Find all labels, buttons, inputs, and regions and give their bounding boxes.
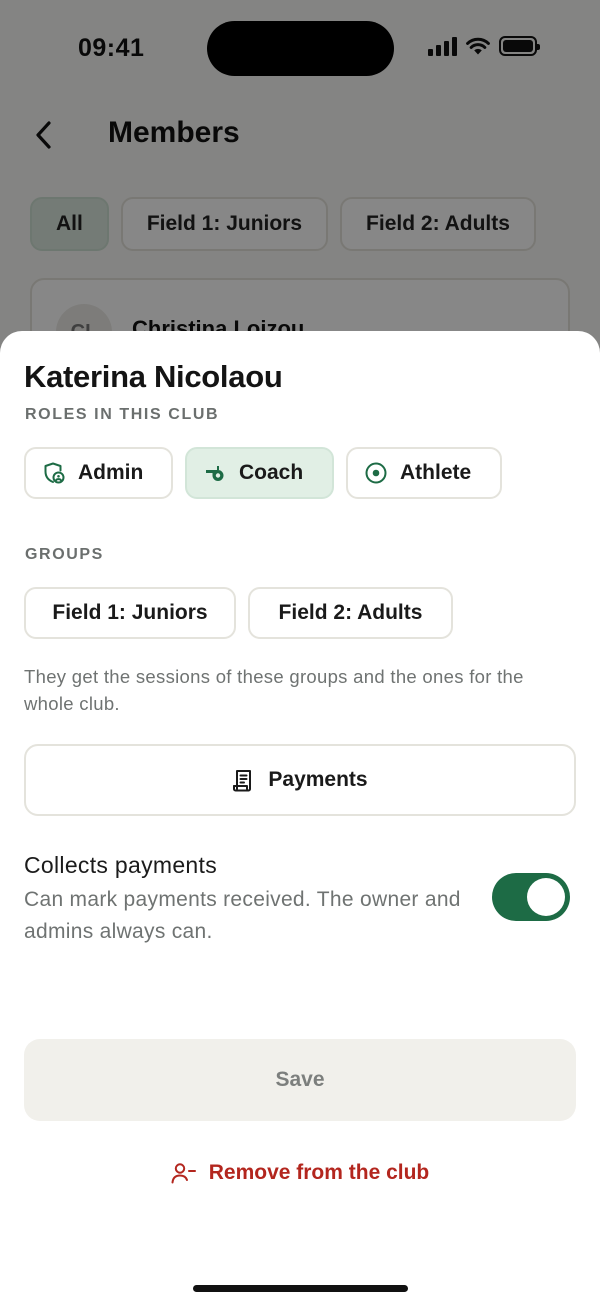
role-admin-label: Admin [78,461,144,484]
role-admin-button[interactable]: Admin [24,447,173,499]
roles-section-label: ROLES IN THIS CLUB [25,406,220,423]
groups-help-text: They get the sessions of these groups an… [24,666,524,714]
receipt-icon [232,768,254,792]
role-coach-label: Coach [239,461,304,484]
member-full-name: Katerina Nicolaou [24,359,283,394]
role-options: Admin Coach Athlete [24,447,502,499]
remove-from-club-button[interactable]: Remove from the club [0,1153,600,1193]
remove-from-club-label: Remove from the club [208,1161,430,1184]
home-indicator [193,1285,408,1292]
role-athlete-label: Athlete [400,461,472,484]
role-athlete-button[interactable]: Athlete [346,447,502,499]
groups-section-label: GROUPS [25,546,104,563]
member-edit-sheet: Katerina Nicolaou ROLES IN THIS CLUB Adm… [0,331,600,1304]
group-field-2-adults-button[interactable]: Field 2: Adults [248,587,453,639]
collects-payments-title: Collects payments [24,852,218,878]
payments-button[interactable]: Payments [24,744,576,816]
user-minus-icon [171,1162,197,1184]
target-icon [364,461,388,485]
shield-user-icon [42,461,66,485]
collects-payments-description: Can mark payments received. The owner an… [24,888,461,943]
group-field-1-juniors-button[interactable]: Field 1: Juniors [24,587,236,639]
toggle-knob [527,878,565,916]
whistle-icon [203,461,227,485]
role-coach-button[interactable]: Coach [185,447,334,499]
group-options: Field 1: Juniors Field 2: Adults [24,587,453,639]
save-button[interactable]: Save [24,1039,576,1121]
payments-button-label: Payments [268,768,368,791]
collects-payments-toggle[interactable] [492,873,570,921]
